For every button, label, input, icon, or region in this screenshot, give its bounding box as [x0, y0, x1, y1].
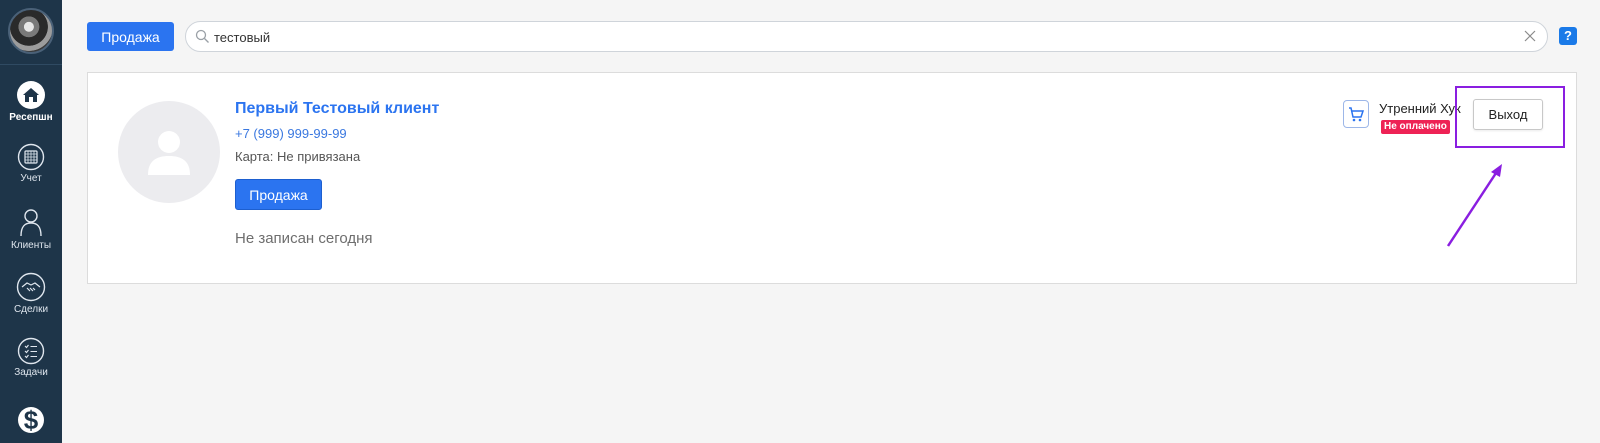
sidebar-item-deals[interactable]: Сделки — [0, 272, 62, 315]
cart-button[interactable] — [1343, 100, 1369, 128]
svg-text:$: $ — [24, 405, 39, 435]
sidebar-item-label: Задачи — [14, 367, 48, 378]
sidebar-item-finance[interactable]: $ — [0, 400, 62, 440]
unpaid-badge: Не оплачено — [1381, 120, 1450, 134]
sidebar-item-label: Сделки — [13, 304, 49, 315]
clear-search-icon[interactable] — [1523, 29, 1537, 43]
client-card-status: Карта: Не привязана — [235, 149, 361, 164]
sidebar-item-reception[interactable]: Ресепшн — [0, 80, 62, 123]
sale-button[interactable]: Продажа — [87, 22, 174, 51]
search-icon — [195, 29, 209, 43]
search-bar[interactable] — [185, 21, 1548, 52]
clients-icon — [20, 209, 42, 237]
sidebar-item-label: Учет — [20, 173, 42, 184]
client-card: Первый Тестовый клиент +7 (999) 999-99-9… — [87, 72, 1577, 284]
help-button[interactable]: ? — [1559, 27, 1577, 45]
sidebar-item-label: Клиенты — [10, 240, 52, 251]
dollar-icon: $ — [18, 405, 44, 435]
calendar-icon — [17, 143, 45, 171]
sidebar-item-tasks[interactable]: Задачи — [0, 337, 62, 378]
handshake-icon — [16, 272, 46, 302]
user-avatar[interactable] — [8, 8, 54, 54]
tasks-icon — [17, 337, 45, 365]
client-sale-button[interactable]: Продажа — [235, 179, 322, 210]
sidebar-divider — [0, 64, 62, 65]
annotation-highlight-box — [1455, 86, 1565, 148]
client-name-link[interactable]: Первый Тестовый клиент — [235, 100, 439, 118]
client-phone-link[interactable]: +7 (999) 999-99-99 — [235, 126, 347, 141]
cart-icon — [1349, 107, 1364, 122]
sidebar-item-label: Ресепшн — [9, 112, 53, 123]
sidebar-item-accounting[interactable]: Учет — [0, 143, 62, 184]
client-photo-placeholder — [118, 101, 220, 203]
sidebar-item-clients[interactable]: Клиенты — [0, 206, 62, 251]
visit-status: Не записан сегодня — [235, 230, 373, 247]
sidebar: Ресепшн Учет Клиенты Сделки Задачи $ — [0, 0, 62, 443]
home-icon — [17, 81, 45, 109]
annotation-arrow-icon — [1446, 164, 1502, 247]
session-name: Утренний Хук — [1379, 101, 1461, 116]
person-icon — [148, 131, 190, 175]
search-input[interactable] — [214, 27, 1494, 47]
